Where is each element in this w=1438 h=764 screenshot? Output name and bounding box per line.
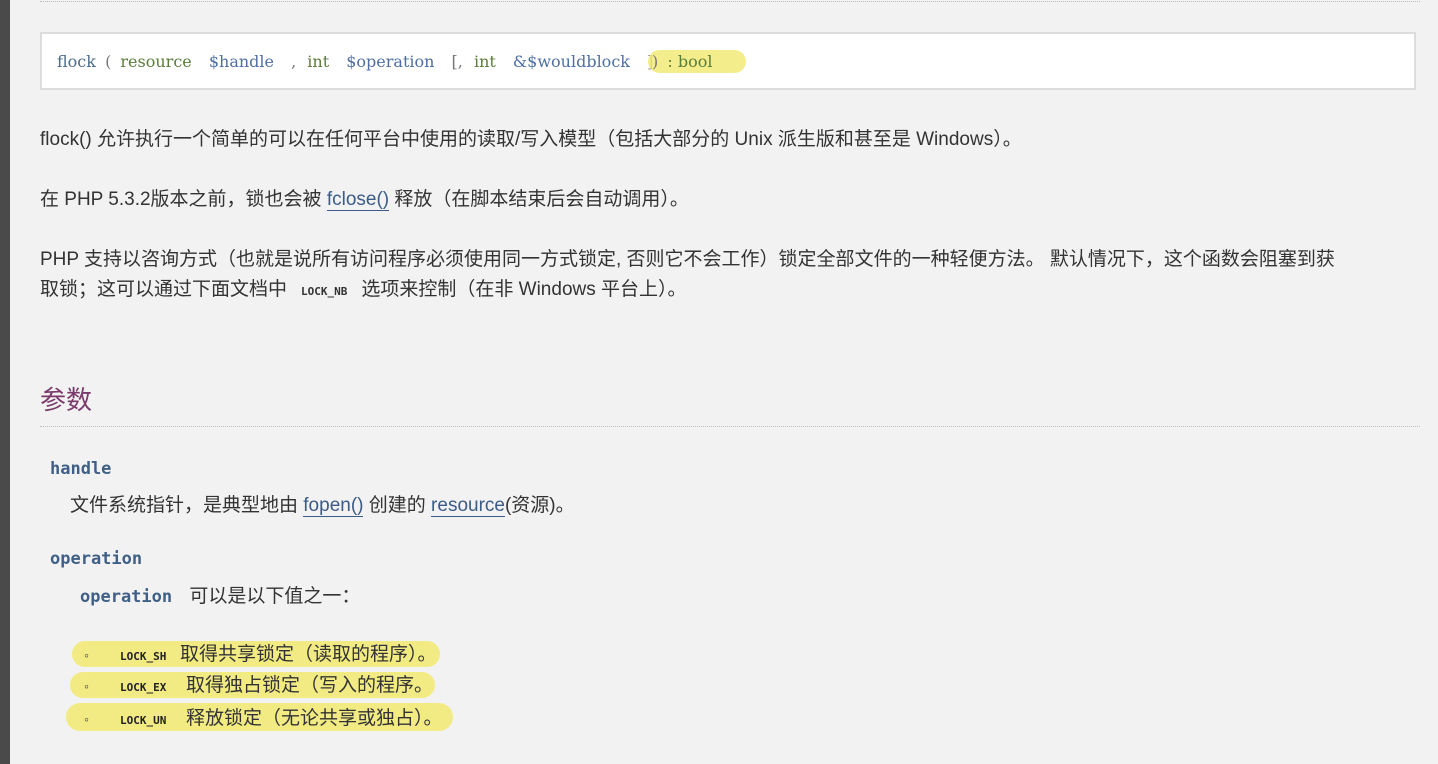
sig-function-name: flock	[57, 52, 96, 71]
p3-line-1: PHP 支持以咨询方式（也就是说所有访问程序必须使用同一方式锁定, 否则它不会工…	[40, 249, 1335, 270]
param-desc-handle: 文件系统指针，是典型地由 fopen() 创建的 resource(资源)。	[70, 490, 575, 517]
param-desc-operation: operation 可以是以下值之一：	[80, 581, 360, 608]
function-signature: flock ( resource $handle , int $operatio…	[57, 52, 653, 71]
bullet-icon: ◦	[84, 711, 89, 727]
handle-desc-middle: 创建的	[363, 495, 432, 516]
window-left-edge	[0, 0, 10, 764]
description-paragraph-2: 在 PHP 5.3.2版本之前，锁也会被 fclose() 释放（在脚本结束后会…	[40, 185, 689, 215]
fclose-link[interactable]: fclose()	[326, 189, 390, 211]
sig-type-int-2: int	[473, 52, 496, 71]
operation-inline-name: operation	[80, 587, 173, 607]
param-name-handle: handle	[50, 459, 112, 479]
bullet-icon: ◦	[84, 647, 89, 663]
option-constant: LOCK_EX	[120, 681, 167, 694]
sig-close-paren: )	[652, 52, 659, 71]
description-paragraph-1: flock() 允许执行一个简单的可以在任何平台中使用的读取/写入模型（包括大部…	[40, 129, 1022, 150]
option-item: ◦ LOCK_EX 取得独占锁定（写入的程序。	[84, 673, 433, 699]
description-paragraph-3: PHP 支持以咨询方式（也就是说所有访问程序必须使用同一方式锁定, 否则它不会工…	[40, 245, 1335, 307]
sig-comma: ,	[291, 52, 297, 71]
sig-type-resource: resource	[120, 52, 192, 71]
option-text: 取得共享锁定（读取的程序）。	[180, 644, 437, 665]
section-divider	[40, 426, 1420, 427]
sig-param-operation: $operation	[346, 52, 435, 71]
handle-desc-before: 文件系统指针，是典型地由	[70, 495, 304, 516]
resource-link[interactable]: resource	[431, 495, 505, 517]
option-item: ◦ LOCK_SH 取得共享锁定（读取的程序）。	[84, 642, 437, 668]
sig-optional-open: [,	[451, 52, 463, 71]
p3-line-2-before: 取锁；这可以通过下面文档中	[40, 279, 288, 300]
p3-line-2-after: 选项来控制（在非 Windows 平台上）。	[361, 279, 687, 300]
option-constant: LOCK_SH	[120, 650, 167, 663]
top-divider	[40, 1, 1420, 2]
p2-text-before: 在 PHP 5.3.2版本之前，锁也会被	[40, 189, 327, 210]
sig-param-wouldblock: &$wouldblock	[512, 52, 630, 71]
p2-text-after: 释放（在脚本结束后会自动调用）。	[389, 189, 689, 210]
section-title-parameters: 参数	[40, 385, 93, 415]
p3-line-2: 取锁；这可以通过下面文档中 LOCK_NB 选项来控制（在非 Windows 平台上…	[40, 275, 1335, 307]
operation-desc-text: 可以是以下值之一：	[189, 586, 361, 607]
sig-type-int: int	[307, 52, 330, 71]
option-text: 释放锁定（无论共享或独占）。	[186, 708, 443, 729]
sig-open-paren: (	[105, 52, 112, 71]
lock-nb-constant: LOCK_NB	[301, 285, 348, 298]
param-name-operation: operation	[50, 549, 143, 569]
handle-desc-after: (资源)。	[504, 495, 575, 516]
option-constant: LOCK_UN	[120, 714, 167, 727]
sig-return: ) : bool	[652, 52, 712, 71]
option-text: 取得独占锁定（写入的程序。	[186, 675, 434, 696]
fopen-link[interactable]: fopen()	[303, 495, 364, 517]
option-item: ◦ LOCK_UN 释放锁定（无论共享或独占）。	[84, 706, 443, 732]
sig-param-handle: $handle	[208, 52, 274, 71]
bullet-icon: ◦	[84, 678, 89, 694]
sig-return-type: : bool	[667, 52, 713, 71]
